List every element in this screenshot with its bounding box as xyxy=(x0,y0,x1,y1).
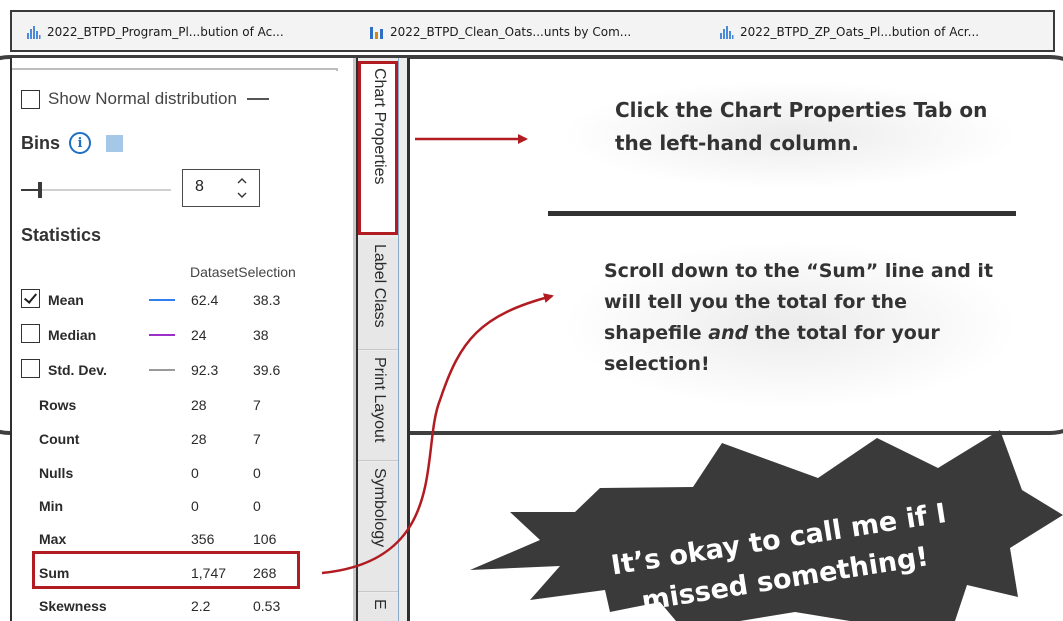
instruction-click-tab: Click the Chart Properties Tab on the le… xyxy=(615,98,988,155)
stat-row-median: Median 24 38 xyxy=(21,323,341,347)
side-tab-label: Label Class xyxy=(371,244,388,328)
tab-symbology[interactable]: Symbology xyxy=(358,462,398,592)
stat-dataset-value: 62.4 xyxy=(191,292,219,308)
stat-label: Max xyxy=(39,531,67,547)
stat-row-min: Min 0 0 xyxy=(21,494,341,518)
stat-row-count: Count 28 7 xyxy=(21,427,341,451)
bar-chart-icon xyxy=(370,26,383,39)
side-tab-separator xyxy=(398,58,399,621)
stat-dataset-value: 0 xyxy=(191,465,199,481)
stat-label: Median xyxy=(48,327,97,343)
starburst-text: It’s okay to call me if I missed somethi… xyxy=(563,487,1000,621)
statistics-heading: Statistics xyxy=(21,225,102,245)
std-dev-line-swatch xyxy=(149,369,175,371)
stat-label: Rows xyxy=(39,397,77,413)
stat-label: Count xyxy=(39,431,80,447)
stat-dataset-value: 28 xyxy=(191,397,207,413)
stat-row-rows: Rows 28 7 xyxy=(21,393,341,417)
mean-checkbox[interactable] xyxy=(21,289,40,308)
stat-row-mean: Mean 62.4 38.3 xyxy=(21,288,341,312)
note2-emphasis: and xyxy=(708,322,749,344)
stat-dataset-value: 92.3 xyxy=(191,362,219,378)
stat-selection-value: 0.53 xyxy=(253,598,281,614)
tab-title: 2022_BTPD_Program_Pl...bution of Ac... xyxy=(47,25,284,39)
stat-dataset-value: 356 xyxy=(191,531,215,547)
stat-selection-value: 38 xyxy=(253,327,269,343)
tab-title: 2022_BTPD_Clean_Oats...unts by Com... xyxy=(390,25,632,39)
slider-thumb[interactable] xyxy=(38,182,42,198)
stat-selection-value: 0 xyxy=(253,498,261,514)
std-dev-checkbox[interactable] xyxy=(21,359,40,378)
stat-selection-value: 39.6 xyxy=(253,362,281,378)
stat-row-nulls: Nulls 0 0 xyxy=(21,461,341,485)
pane-top-border xyxy=(12,68,338,71)
info-icon[interactable]: i xyxy=(69,132,92,154)
side-tab-label: Print Layout xyxy=(371,357,388,443)
tab-title: 2022_BTPD_ZP_Oats_Pl...bution of Acr... xyxy=(740,25,980,39)
median-checkbox[interactable] xyxy=(21,324,40,343)
divider-line xyxy=(548,211,1016,216)
stat-selection-value: 7 xyxy=(253,431,261,447)
stat-selection-value: 7 xyxy=(253,397,261,413)
stat-dataset-value: 0 xyxy=(191,498,199,514)
side-tab-strip: Chart Properties Label Class Print Layou… xyxy=(358,58,410,621)
col-selection: Selection xyxy=(238,264,296,280)
side-tab-label: Chart Properties xyxy=(371,68,388,185)
stat-dataset-value: 2.2 xyxy=(191,598,211,614)
bins-label: Bins xyxy=(21,132,61,153)
statistics-column-headers: DatasetSelection xyxy=(190,264,296,280)
chevron-up-icon[interactable] xyxy=(237,176,247,186)
pane-scrollbar[interactable] xyxy=(353,58,356,621)
chart-tab-strip: 2022_BTPD_Program_Pl...bution of Ac... 2… xyxy=(0,0,1063,58)
tab-chart-program[interactable]: 2022_BTPD_Program_Pl...bution of Ac... xyxy=(26,22,284,42)
bins-number-input[interactable]: 8 xyxy=(182,169,260,207)
chevron-down-icon[interactable] xyxy=(237,190,247,200)
tab-more[interactable]: E xyxy=(358,593,398,621)
stat-row-std-dev: Std. Dev. 92.3 39.6 xyxy=(21,358,341,382)
slider-track xyxy=(21,189,171,191)
stat-row-skewness: Skewness 2.2 0.53 xyxy=(21,594,341,618)
col-dataset: Dataset xyxy=(190,264,239,280)
tab-chart-clean-oats[interactable]: 2022_BTPD_Clean_Oats...unts by Com... xyxy=(369,22,631,42)
histogram-icon xyxy=(720,25,734,39)
show-normal-distribution-row[interactable]: Show Normal distribution xyxy=(21,89,269,109)
mean-line-swatch xyxy=(149,299,175,301)
stat-label: Min xyxy=(39,498,64,514)
stat-dataset-value: 24 xyxy=(191,327,207,343)
tab-strip-frame: 2022_BTPD_Program_Pl...bution of Ac... 2… xyxy=(10,10,1055,52)
bins-header: Bins i xyxy=(21,132,124,154)
instruction-scroll-sum: Scroll down to the “Sum” line and it wil… xyxy=(604,256,994,380)
tab-print-layout[interactable]: Print Layout xyxy=(358,351,398,461)
stat-label: Nulls xyxy=(39,465,74,481)
stat-label: Skewness xyxy=(39,598,107,614)
tab-chart-zp-oats[interactable]: 2022_BTPD_ZP_Oats_Pl...bution of Acr... xyxy=(719,22,979,42)
stat-dataset-value: 28 xyxy=(191,431,207,447)
stat-row-max: Max 356 106 xyxy=(21,527,341,551)
bins-color-swatch[interactable] xyxy=(106,134,124,152)
sum-highlight-box xyxy=(32,551,300,589)
stat-label: Std. Dev. xyxy=(48,362,107,378)
normal-line-swatch xyxy=(246,98,269,100)
normal-distribution-checkbox[interactable] xyxy=(21,89,40,109)
bins-value[interactable]: 8 xyxy=(195,178,204,196)
chart-properties-pane: Show Normal distribution Bins i 8 Statis… xyxy=(10,58,358,621)
tab-label-class[interactable]: Label Class xyxy=(358,238,398,350)
side-tab-label: E xyxy=(371,599,388,610)
tab-chart-properties[interactable]: Chart Properties xyxy=(358,61,398,235)
bins-slider[interactable] xyxy=(21,182,171,198)
median-line-swatch xyxy=(149,334,175,336)
histogram-icon xyxy=(27,25,41,39)
stat-selection-value: 38.3 xyxy=(253,292,281,308)
side-tab-label: Symbology xyxy=(371,468,388,548)
normal-distribution-label: Show Normal distribution xyxy=(48,89,237,108)
stat-selection-value: 0 xyxy=(253,465,261,481)
stat-selection-value: 106 xyxy=(253,531,277,547)
stat-label: Mean xyxy=(48,292,84,308)
